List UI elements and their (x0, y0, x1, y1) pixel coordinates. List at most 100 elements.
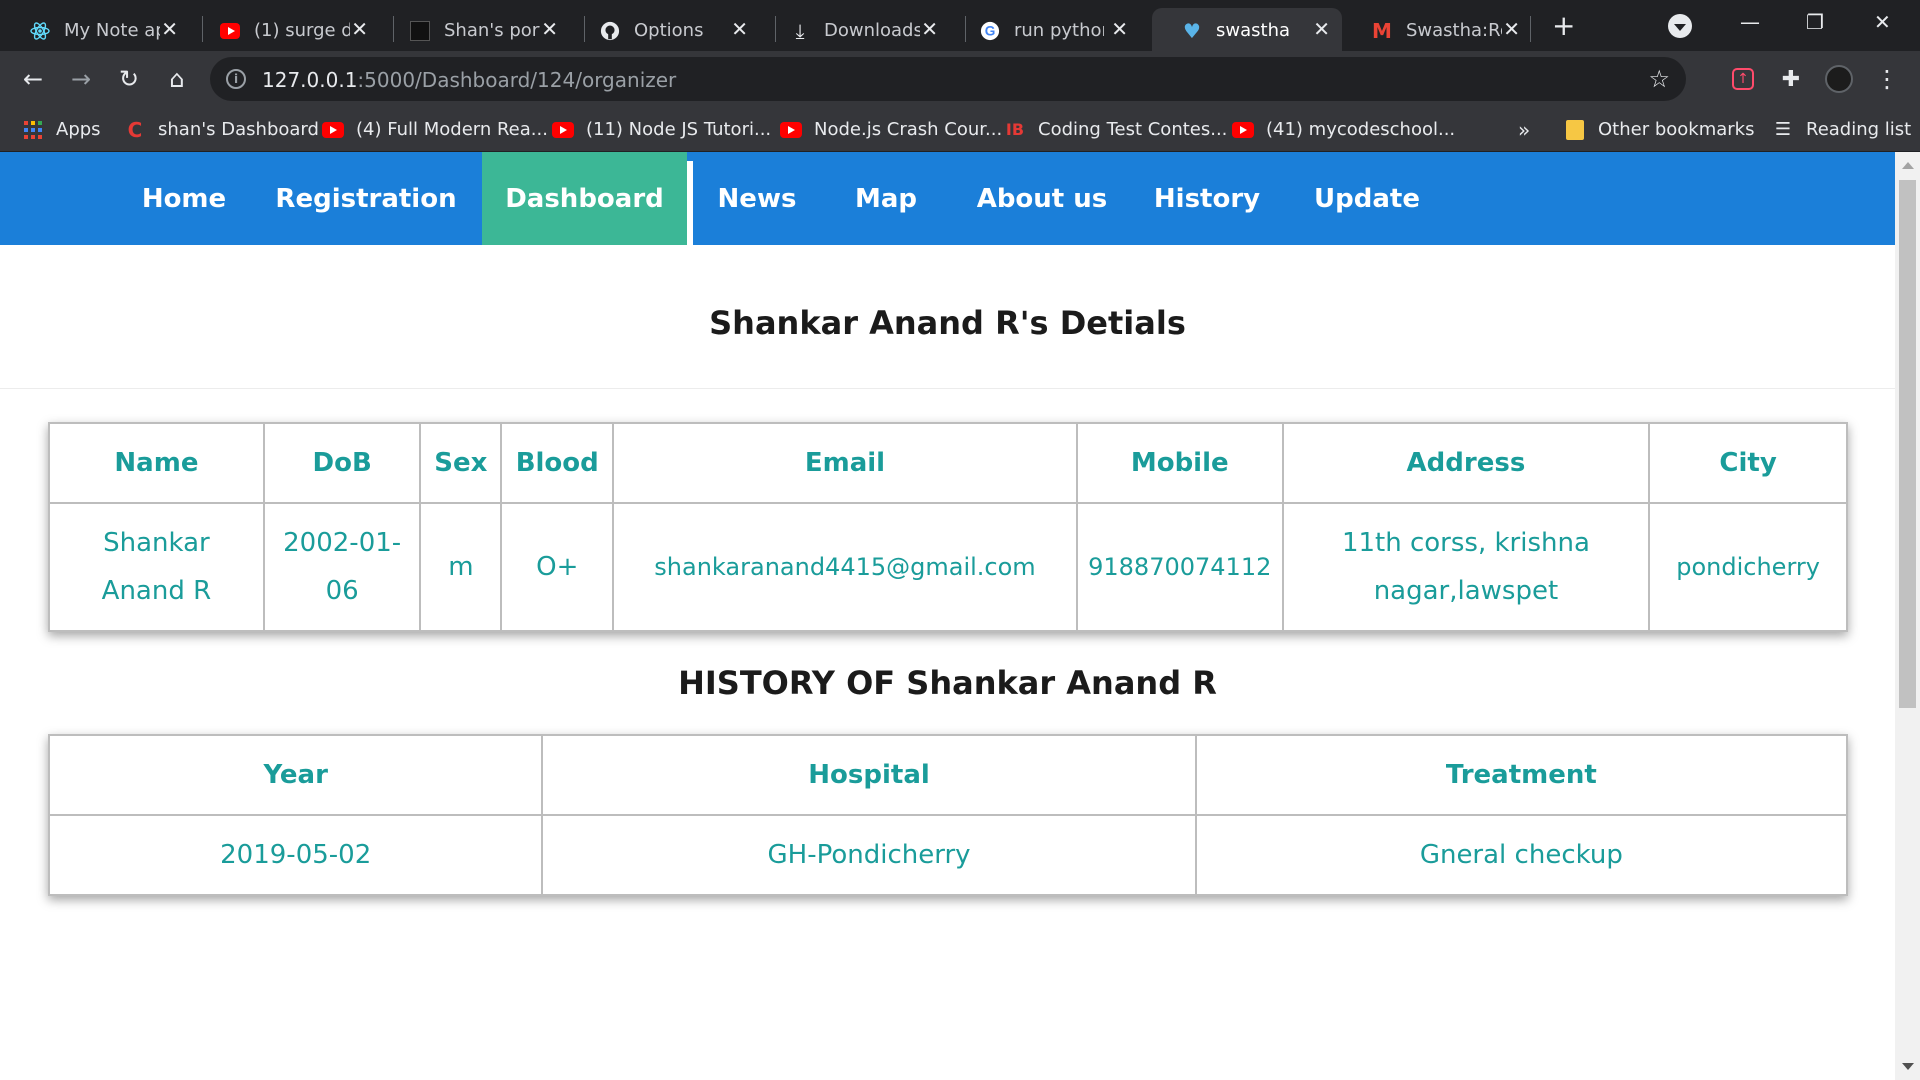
tab-label: swastha (1216, 20, 1291, 41)
nav-dashboard[interactable]: Dashboard (482, 152, 687, 245)
scroll-up-arrow-icon[interactable] (1902, 162, 1914, 169)
restore-button[interactable]: ❐ (1806, 10, 1824, 34)
bookmark-label: (4) Full Modern Rea... (356, 119, 548, 140)
nav-history[interactable]: History (1152, 152, 1262, 245)
history-table: Year Hospital Treatment 2019-05-02 GH-Po… (47, 734, 1849, 896)
other-bookmarks[interactable]: Other bookmarks (1564, 107, 1754, 152)
cell-mobile: 918870074112 (1075, 502, 1284, 632)
nav-about-us[interactable]: About us (972, 152, 1112, 245)
close-icon[interactable]: ✕ (1313, 17, 1330, 41)
bookmark-star-icon[interactable]: ☆ (1648, 65, 1670, 93)
bookmarks-overflow-button[interactable]: » (1518, 107, 1530, 152)
close-icon[interactable]: ✕ (731, 17, 748, 41)
tab-surge[interactable]: (1) surge do ✕ (190, 8, 380, 51)
table-header-row: Year Hospital Treatment (47, 734, 1849, 816)
bookmark-coding-test-contest[interactable]: IB Coding Test Contes... (1004, 107, 1227, 152)
svg-text:G: G (985, 24, 996, 39)
close-icon[interactable]: ✕ (541, 17, 558, 41)
bookmark-label: Apps (56, 119, 101, 140)
bookmark-shans-dashboard[interactable]: C shan's Dashboard (124, 107, 319, 152)
tab-search-button[interactable] (1668, 14, 1692, 38)
forward-button[interactable]: → (66, 64, 96, 94)
coding-contest-icon: IB (1005, 120, 1025, 139)
close-icon[interactable]: ✕ (1111, 17, 1128, 41)
react-icon (30, 21, 50, 41)
tab-label: Options (634, 20, 704, 41)
avatar[interactable] (1824, 64, 1854, 94)
tab-label: Downloads (824, 20, 920, 41)
youtube-icon (780, 121, 802, 139)
cell-email: shankaranand4415@gmail.com (612, 502, 1078, 632)
bookmark-full-modern-react[interactable]: (4) Full Modern Rea... (322, 107, 548, 152)
extension-icon[interactable]: ↑ (1728, 64, 1758, 94)
portfolio-icon (410, 21, 430, 41)
bookmark-node-js-tutorial[interactable]: (11) Node JS Tutori... (552, 107, 771, 152)
patient-details-table: Name DoB Sex Blood Email Mobile Address … (48, 422, 1848, 632)
bookmark-label: Reading list (1806, 119, 1912, 140)
bookmark-label: (41) mycodeschool... (1266, 119, 1456, 140)
tab-label: run python (1014, 20, 1104, 41)
browser-tab-strip: My Note ap ✕ (1) surge do ✕ Shan's portf… (0, 0, 1920, 51)
tab-label: Swastha:Re (1406, 20, 1502, 41)
folder-icon (1564, 119, 1586, 140)
bookmark-label: shan's Dashboard (158, 119, 319, 140)
info-icon[interactable]: i (226, 69, 246, 89)
new-tab-button[interactable]: + (1552, 12, 1575, 40)
tab-run-python[interactable]: G run python ✕ (950, 8, 1140, 51)
table-row: 2019-05-02 GH-Pondicherry Gneral checkup (47, 814, 1849, 896)
column-header-mobile: Mobile (1075, 422, 1284, 504)
cell-city: pondicherry (1648, 502, 1848, 632)
column-header-sex: Sex (419, 422, 503, 504)
column-header-year: Year (47, 734, 544, 816)
tab-portfolio[interactable]: Shan's portf ✕ (380, 8, 570, 51)
url-text[interactable]: 127.0.0.1:5000/Dashboard/124/organizer (262, 68, 676, 92)
chevron-down-icon (1674, 24, 1686, 31)
bookmark-mycodeschool[interactable]: (41) mycodeschool... (1232, 107, 1455, 152)
column-header-dob: DoB (262, 422, 422, 504)
home-button[interactable]: ⌂ (162, 64, 192, 94)
bookmarks-bar: Apps C shan's Dashboard (4) Full Modern … (0, 107, 1920, 152)
close-icon[interactable]: ✕ (351, 17, 368, 41)
reading-list-icon: ☰ (1774, 119, 1792, 140)
tab-swastha[interactable]: ♥ swastha ✕ (1152, 8, 1342, 51)
bookmark-label: (11) Node JS Tutori... (586, 119, 772, 140)
reload-button[interactable]: ↻ (114, 64, 144, 94)
tab-my-note[interactable]: My Note ap ✕ (0, 8, 190, 51)
close-icon[interactable]: ✕ (161, 17, 178, 41)
table-row: Shankar Anand R 2002-01-06 m O+ shankara… (48, 502, 1848, 632)
address-bar[interactable]: i 127.0.0.1:5000/Dashboard/124/organizer… (210, 57, 1686, 101)
bookmark-nodejs-crash-course[interactable]: Node.js Crash Cour... (780, 107, 1002, 152)
details-title: Shankar Anand R's Detials (709, 304, 1186, 342)
cell-hospital: GH-Pondicherry (541, 814, 1197, 896)
scroll-thumb[interactable] (1899, 180, 1916, 708)
tab-downloads[interactable]: ⤓ Downloads ✕ (760, 8, 950, 51)
tab-options[interactable]: Options ✕ (570, 8, 760, 51)
nav-registration[interactable]: Registration (275, 152, 456, 245)
reading-list[interactable]: ☰ Reading list (1772, 107, 1911, 152)
column-header-hospital: Hospital (541, 734, 1197, 816)
bookmark-label: Node.js Crash Cour... (814, 119, 1003, 140)
close-icon[interactable]: ✕ (921, 17, 938, 41)
cell-address: 11th corss, krishna nagar,lawspet (1281, 502, 1651, 632)
bookmark-apps[interactable]: Apps (22, 107, 101, 152)
column-header-name: Name (48, 422, 265, 504)
gmail-icon: M (1372, 19, 1392, 43)
nav-news[interactable]: News (712, 152, 802, 245)
menu-icon[interactable]: ⋮ (1872, 64, 1902, 94)
page-scrollbar[interactable] (1895, 152, 1920, 1080)
nav-update[interactable]: Update (1312, 152, 1422, 245)
puzzle-icon[interactable]: ✚ (1776, 64, 1806, 94)
github-icon (600, 21, 620, 41)
nav-home[interactable]: Home (124, 152, 244, 245)
column-header-city: City (1648, 422, 1848, 504)
scroll-down-arrow-icon[interactable] (1902, 1063, 1914, 1070)
tab-swastha-gmail[interactable]: M Swastha:Re ✕ (1342, 8, 1532, 51)
minimize-button[interactable]: — (1740, 10, 1760, 34)
close-icon[interactable]: ✕ (1503, 17, 1520, 41)
active-indicator (687, 161, 693, 245)
window-close-button[interactable]: ✕ (1874, 10, 1891, 34)
back-button[interactable]: ← (18, 64, 48, 94)
table-header-row: Name DoB Sex Blood Email Mobile Address … (48, 422, 1848, 504)
nav-map[interactable]: Map (846, 152, 926, 245)
bookmark-label: Coding Test Contes... (1038, 119, 1228, 140)
